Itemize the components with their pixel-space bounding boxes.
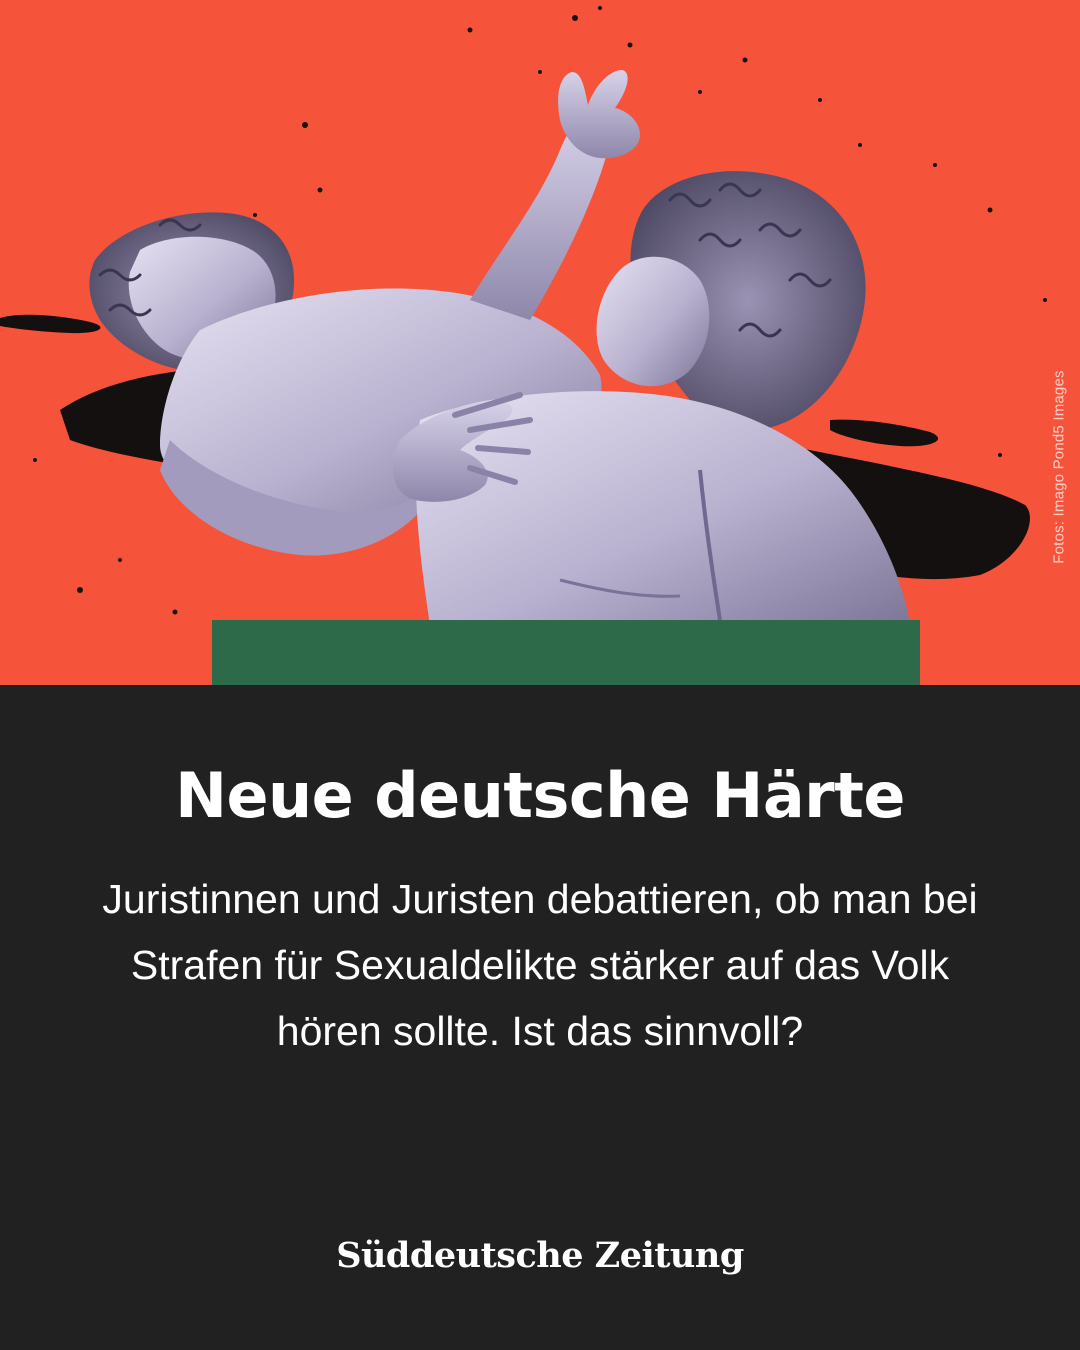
green-accent-block [212,620,920,685]
hero-illustration: Fotos: Imago Pond5 Images [0,0,1080,685]
post-card: Fotos: Imago Pond5 Images Neue deutsche … [0,0,1080,1350]
photo-credit: Fotos: Imago Pond5 Images [1050,370,1068,564]
brand-logo: Süddeutsche Zeitung [336,1235,744,1276]
statue-illustration [0,6,1047,625]
headline: Neue deutsche Härte [175,759,905,832]
teaser-text: Juristinnen und Juristen debattieren, ob… [102,876,978,1054]
